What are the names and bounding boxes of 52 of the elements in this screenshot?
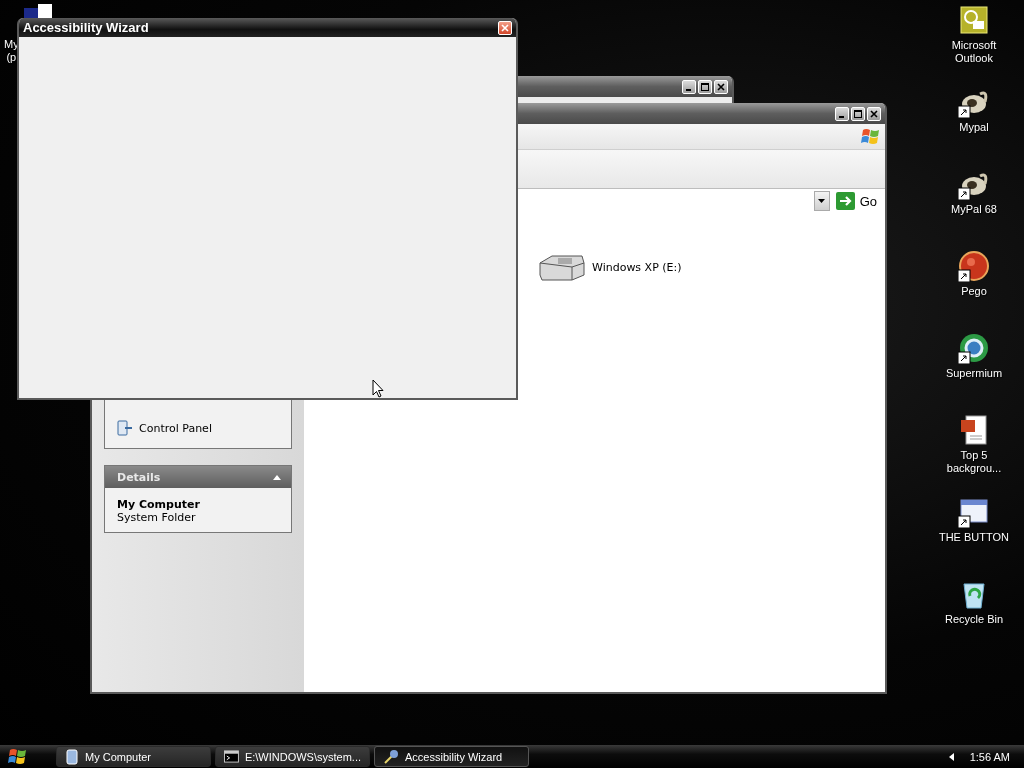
caret-icon <box>818 199 826 203</box>
maximize-icon <box>854 109 862 118</box>
desktop-icon-label[interactable]: THE BUTTON <box>938 531 1010 544</box>
computer-icon <box>65 748 79 765</box>
dropdown-button[interactable] <box>813 191 830 211</box>
close-button[interactable] <box>714 79 728 94</box>
close-icon <box>501 23 509 32</box>
window-title: Accessibility Wizard <box>23 20 149 35</box>
minimize-icon <box>685 88 691 91</box>
flag-logo-icon <box>861 126 881 147</box>
desktop-icon-label[interactable]: (p <box>4 51 19 64</box>
drive-icon <box>538 253 586 281</box>
control-panel-icon <box>117 420 133 436</box>
minimize-button[interactable] <box>682 79 696 94</box>
desktop-icon-label[interactable]: Microsoft Outlook <box>934 39 1014 65</box>
shortcut-icon[interactable] <box>958 250 990 282</box>
details-name: My Computer <box>117 498 201 511</box>
taskbar-button[interactable]: E:\WINDOWS\system... <box>215 746 370 767</box>
close-button[interactable] <box>498 20 512 35</box>
minimize-icon <box>838 115 844 118</box>
task-link[interactable]: Control Panel <box>117 420 291 436</box>
maximize-button[interactable] <box>698 79 712 94</box>
close-icon <box>717 82 725 91</box>
shortcut-icon[interactable] <box>958 496 990 528</box>
close-icon <box>870 109 878 118</box>
desktop-icon-label[interactable]: Top 5 backgrou... <box>934 449 1014 475</box>
desktop-app-icon[interactable] <box>958 4 990 36</box>
maximize-icon <box>701 82 709 91</box>
collapse-icon[interactable] <box>273 474 281 480</box>
desktop-icon-label[interactable]: MyPal 68 <box>951 203 997 216</box>
clock: 1:56 AM <box>969 750 1010 763</box>
arrow-icon <box>835 192 855 210</box>
shortcut-icon[interactable] <box>958 332 990 364</box>
details-header[interactable]: Details <box>105 466 291 488</box>
close-button[interactable] <box>867 106 881 121</box>
desktop-icon-label[interactable]: Recycle Bin <box>944 613 1004 626</box>
desktop-icon-label[interactable]: Pego <box>961 285 987 298</box>
windows-logo-icon <box>7 746 29 767</box>
taskbar-button[interactable]: My Computer <box>56 746 211 767</box>
details-type: System Folder <box>117 511 197 524</box>
expand-tray-icon[interactable] <box>948 752 954 761</box>
go-button[interactable]: Go <box>835 192 877 210</box>
taskbar-button[interactable]: Accessibility Wizard <box>374 746 529 767</box>
desktop-icon-label[interactable]: Mypal <box>959 121 989 134</box>
desktop-icon-label[interactable]: Supermium <box>945 367 1003 380</box>
cursor-icon <box>372 379 384 399</box>
maximize-button[interactable] <box>851 106 865 121</box>
minimize-button[interactable] <box>835 106 849 121</box>
details-title: Details <box>117 470 161 484</box>
console-icon <box>224 750 239 763</box>
drive-item[interactable]: Windows XP (E:) <box>538 253 885 281</box>
desktop-app-icon[interactable] <box>958 414 990 446</box>
